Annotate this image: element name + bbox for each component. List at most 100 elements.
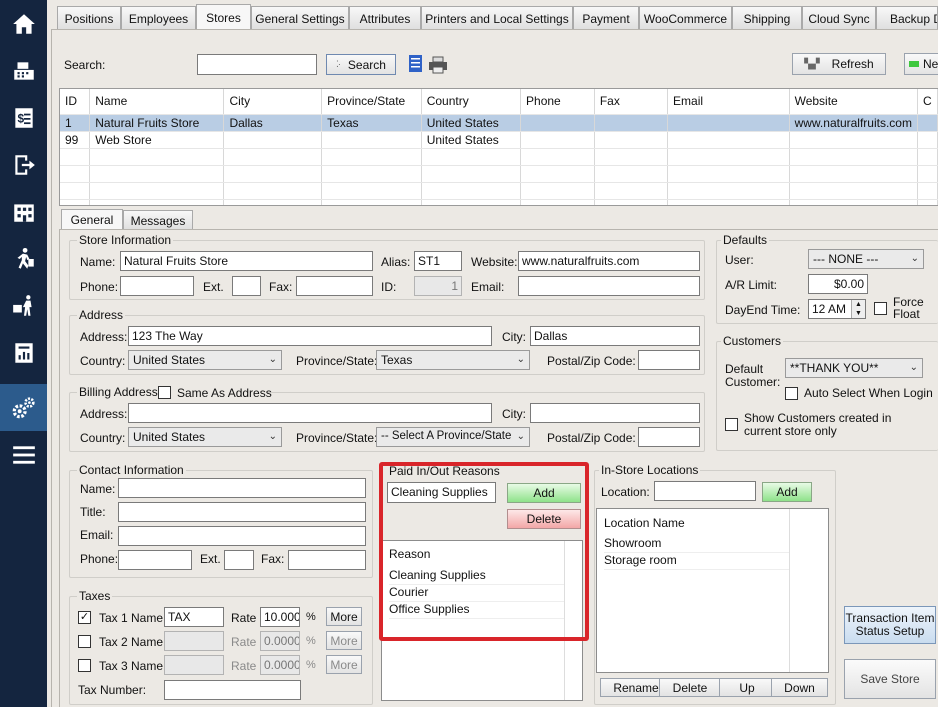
contact-email-field[interactable] [118, 526, 366, 546]
new-button[interactable]: Ne [904, 53, 938, 75]
sidebar-item-register[interactable] [0, 47, 47, 94]
col-c[interactable]: C [917, 89, 938, 115]
location-input[interactable] [654, 481, 756, 501]
tax-number-field[interactable] [164, 680, 301, 700]
sidebar-item-settings[interactable] [0, 384, 47, 431]
tab-payment[interactable]: Payment [573, 6, 639, 30]
sidebar-item-reports[interactable] [0, 329, 47, 376]
reasons-column-header[interactable]: Reason [389, 547, 430, 561]
dayend-time-field[interactable]: 12 AM ▲ ▼ [808, 299, 866, 319]
billing-province-select[interactable]: -- Select A Province/State -- ⌄ [376, 427, 530, 447]
phone-field[interactable] [120, 276, 194, 296]
time-spinner[interactable]: ▲ ▼ [851, 300, 865, 318]
tax-2-more-button[interactable]: More [326, 631, 362, 650]
tax-1-name-field[interactable]: TAX [164, 607, 224, 627]
list-item[interactable]: Showroom [604, 536, 789, 553]
user-select[interactable]: --- NONE --- ⌄ [808, 249, 924, 269]
same-as-address-checkbox[interactable] [158, 386, 171, 399]
search-input[interactable] [197, 54, 317, 75]
locations-column-header[interactable]: Location Name [604, 516, 685, 530]
billing-postal-field[interactable] [638, 427, 700, 447]
locations-list[interactable]: Location Name Showroom Storage room [596, 508, 829, 673]
sidebar-item-menu[interactable] [0, 431, 47, 478]
tab-stores[interactable]: Stores [196, 4, 251, 30]
billing-address-field[interactable] [128, 403, 492, 423]
search-button[interactable]: ⁚· Search [326, 54, 396, 75]
sidebar-item-home[interactable] [0, 0, 47, 47]
col-fax[interactable]: Fax [594, 89, 669, 115]
col-city[interactable]: City [223, 89, 323, 115]
reasons-list[interactable]: Reason Cleaning Supplies Courier Office Su… [381, 540, 583, 701]
contact-phone-field[interactable] [118, 550, 192, 570]
table-row[interactable]: 1 Natural Fruits Store Dallas Texas United S… [60, 114, 938, 132]
contact-ext-field[interactable] [224, 550, 254, 570]
document-icon[interactable] [407, 54, 425, 74]
sidebar-item-logout[interactable] [0, 141, 47, 188]
ext-field[interactable] [232, 276, 261, 296]
col-id[interactable]: ID [60, 89, 91, 115]
country-select[interactable]: United States ⌄ [128, 350, 282, 370]
billing-city-field[interactable] [530, 403, 700, 423]
sidebar-item-sales[interactable]: $ [0, 94, 47, 141]
alias-field[interactable]: ST1 [414, 251, 462, 271]
save-store-button[interactable]: Save Store [844, 659, 936, 699]
refresh-button[interactable]: ▚▞ Refresh [792, 53, 886, 75]
col-country[interactable]: Country [421, 89, 522, 115]
subtab-messages[interactable]: Messages [123, 210, 193, 230]
stores-table[interactable]: ID Name City Province/State Country Phon… [59, 88, 938, 206]
tax-1-more-button[interactable]: More [326, 607, 362, 626]
move-down-button[interactable]: Down [771, 678, 828, 697]
website-field[interactable]: www.naturalfruits.com [518, 251, 700, 271]
contact-title-field[interactable] [118, 502, 366, 522]
show-customers-checkbox[interactable] [725, 418, 738, 431]
transaction-status-setup-button[interactable]: Transaction Item Status Setup [844, 606, 936, 644]
tab-woocommerce[interactable]: WooCommerce [639, 6, 732, 30]
tax-1-checkbox[interactable]: ✓ [78, 611, 91, 624]
tab-general-settings[interactable]: General Settings [251, 6, 349, 30]
tax-3-more-button[interactable]: More [326, 655, 362, 674]
col-name[interactable]: Name [89, 89, 225, 115]
col-phone[interactable]: Phone [520, 89, 595, 115]
move-up-button[interactable]: Up [719, 678, 775, 697]
tax-2-checkbox[interactable] [78, 635, 91, 648]
tax-3-checkbox[interactable] [78, 659, 91, 672]
tax-1-rate-field[interactable]: 10.000 [260, 607, 300, 627]
billing-country-select[interactable]: United States ⌄ [128, 427, 282, 447]
tab-backup[interactable]: Backup D [876, 6, 938, 30]
sidebar-item-store[interactable] [0, 188, 47, 235]
col-website[interactable]: Website [789, 89, 918, 115]
tab-printers-local-settings[interactable]: Printers and Local Settings [421, 6, 573, 30]
table-row[interactable]: 99 Web Store United States [60, 131, 938, 149]
reason-input[interactable]: Cleaning Supplies [387, 482, 496, 503]
add-reason-button[interactable]: Add [507, 483, 581, 503]
delete-location-button[interactable]: Delete [659, 678, 721, 697]
sidebar-item-customers[interactable] [0, 235, 47, 282]
tab-attributes[interactable]: Attributes [349, 6, 421, 30]
default-customer-select[interactable]: **THANK YOU** ⌄ [785, 358, 923, 378]
province-select[interactable]: Texas ⌄ [376, 350, 530, 370]
contact-name-field[interactable] [118, 478, 366, 498]
list-item[interactable]: Storage room [604, 553, 789, 570]
ar-limit-field[interactable]: $0.00 [808, 274, 868, 294]
tab-employees[interactable]: Employees [121, 6, 196, 30]
list-item[interactable]: Cleaning Supplies [389, 568, 564, 585]
fax-field[interactable] [296, 276, 373, 296]
city-field[interactable]: Dallas [530, 326, 700, 346]
postal-field[interactable] [638, 350, 700, 370]
list-item[interactable]: Office Supplies [389, 602, 564, 619]
tab-positions[interactable]: Positions [57, 6, 121, 30]
store-name-field[interactable]: Natural Fruits Store [120, 251, 373, 271]
tab-shipping[interactable]: Shipping [732, 6, 802, 30]
address-field[interactable]: 123 The Way [128, 326, 492, 346]
auto-select-checkbox[interactable] [785, 387, 798, 400]
tab-cloud-sync[interactable]: Cloud Sync [802, 6, 876, 30]
printer-icon[interactable] [428, 56, 448, 74]
contact-fax-field[interactable] [288, 550, 366, 570]
sidebar-item-delivery[interactable] [0, 282, 47, 329]
delete-reason-button[interactable]: Delete [507, 509, 581, 529]
subtab-general[interactable]: General [61, 209, 123, 230]
force-float-checkbox[interactable] [874, 302, 887, 315]
col-email[interactable]: Email [667, 89, 790, 115]
add-location-button[interactable]: Add [762, 482, 812, 502]
col-province[interactable]: Province/State [321, 89, 422, 115]
